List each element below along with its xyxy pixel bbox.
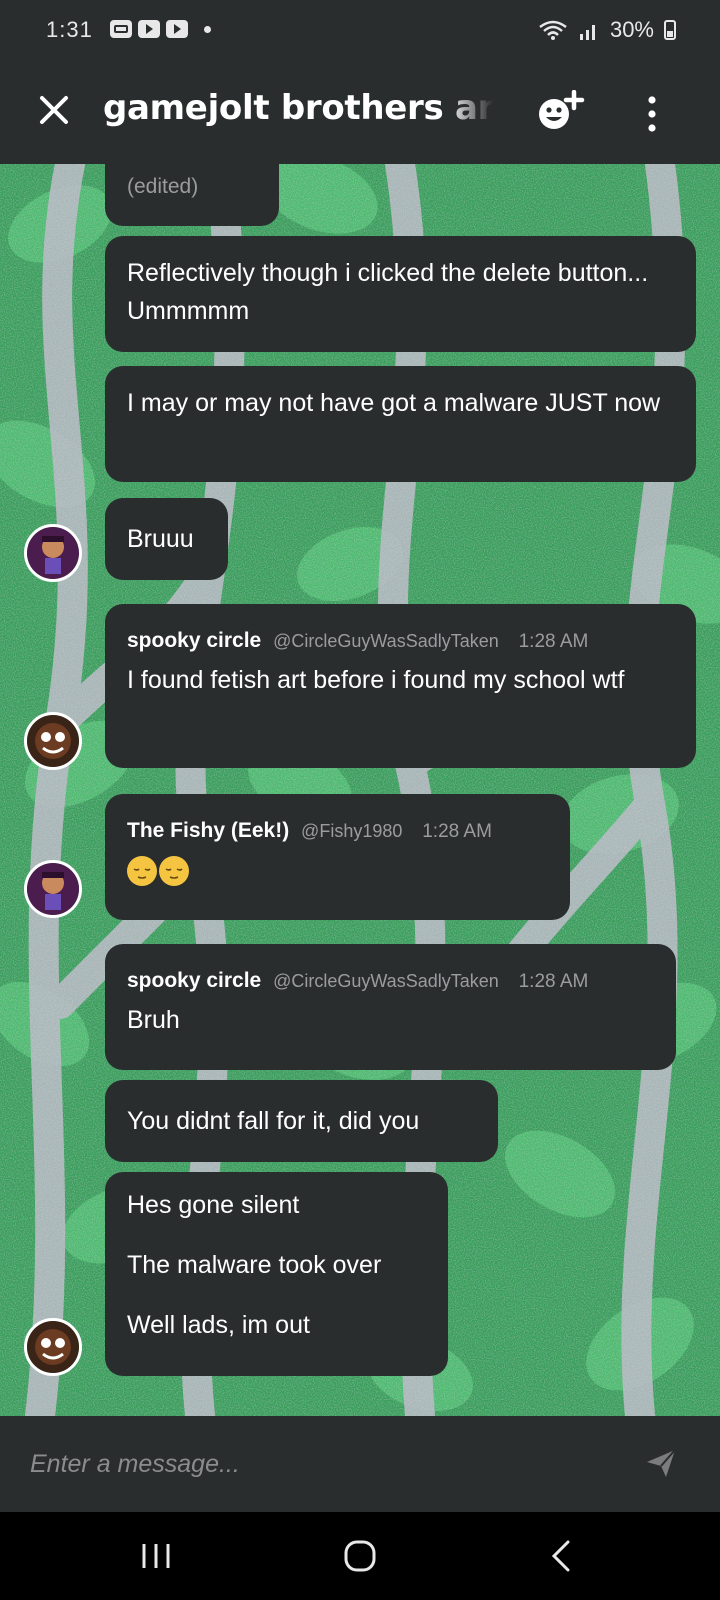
system-nav-bar	[0, 1512, 720, 1600]
close-icon[interactable]	[34, 90, 74, 130]
avatar[interactable]	[24, 1318, 82, 1376]
avatar[interactable]	[24, 860, 82, 918]
message-line: Hes gone silent	[127, 1191, 300, 1219]
author-handle: @Fishy1980	[301, 821, 403, 841]
message-meta: spooky circle @CircleGuyWasSadlyTaken 1:…	[127, 626, 674, 657]
chat-header: gamejolt brothers and sisters	[0, 64, 720, 164]
message-time: 1:28 AM	[518, 631, 589, 652]
author-handle: @CircleGuyWasSadlyTaken	[273, 971, 499, 991]
message-bubble[interactable]: spooky circle @CircleGuyWasSadlyTaken 1:…	[105, 604, 696, 768]
chat-messages[interactable]: (edited) Reflectively though i clicked t…	[0, 164, 720, 1416]
status-right: 30%	[538, 17, 676, 43]
back-icon[interactable]	[540, 1534, 584, 1578]
message-text: Bruuu	[127, 525, 194, 553]
gallery-icon	[110, 20, 132, 38]
author-name[interactable]: spooky circle	[127, 969, 261, 992]
message-text: Reflectively though i clicked the delete…	[127, 259, 649, 325]
avatar[interactable]	[24, 712, 82, 770]
battery-level: 30%	[609, 17, 654, 42]
message-input[interactable]	[28, 1438, 592, 1490]
battery-icon	[664, 20, 676, 40]
wifi-icon	[539, 20, 567, 40]
message-composer	[0, 1416, 720, 1512]
message-bubble[interactable]: Reflectively though i clicked the delete…	[105, 236, 696, 352]
message-meta: The Fishy (Eek!) @Fishy1980 1:28 AM	[127, 816, 548, 847]
message-emoji	[127, 851, 548, 889]
author-name[interactable]: spooky circle	[127, 629, 261, 652]
message-bubble[interactable]: I may or may not have got a malware JUST…	[105, 366, 696, 482]
edited-label: (edited)	[127, 175, 199, 198]
status-time: 1:31	[46, 17, 93, 42]
avatar-image	[27, 527, 79, 579]
avatar-image	[27, 715, 79, 767]
message-bubble[interactable]: You didnt fall for it, did you	[105, 1080, 498, 1162]
avatar-image	[27, 863, 79, 915]
message-text: I found fetish art before i found my sch…	[127, 666, 625, 694]
message-bubble[interactable]: The Fishy (Eek!) @Fishy1980 1:28 AM	[105, 794, 570, 920]
message-time: 1:28 AM	[518, 971, 589, 992]
message-text: I may or may not have got a malware JUST…	[127, 389, 661, 417]
message-text: Bruh	[127, 1006, 180, 1034]
author-name[interactable]: The Fishy (Eek!)	[127, 819, 289, 842]
avatar[interactable]	[24, 524, 82, 582]
home-icon[interactable]	[338, 1534, 382, 1578]
add-reaction-icon[interactable]	[536, 90, 588, 134]
avatar-image	[27, 1321, 79, 1373]
message-line: Well lads, im out	[127, 1311, 310, 1339]
youtube-icon	[166, 20, 188, 38]
relieved-face-emoji	[127, 856, 157, 887]
author-handle: @CircleGuyWasSadlyTaken	[273, 631, 499, 651]
message-bubble[interactable]: Bruuu	[105, 498, 228, 580]
more-vertical-icon[interactable]	[642, 94, 662, 134]
message-line: The malware took over	[127, 1251, 382, 1279]
message-meta: spooky circle @CircleGuyWasSadlyTaken 1:…	[127, 966, 654, 997]
chat-title: gamejolt brothers and sisters	[103, 88, 493, 128]
message-bubble[interactable]: Hes gone silent The malware took over We…	[105, 1172, 448, 1376]
dot-icon	[204, 25, 211, 33]
signal-icon	[579, 25, 595, 40]
youtube-icon	[138, 20, 160, 38]
message-time: 1:28 AM	[422, 821, 492, 842]
relieved-face-emoji	[159, 856, 189, 887]
send-icon[interactable]	[644, 1446, 678, 1480]
message-bubble[interactable]: spooky circle @CircleGuyWasSadlyTaken 1:…	[105, 944, 676, 1070]
status-bar: 1:31 30%	[0, 0, 720, 64]
notification-icons	[110, 20, 211, 38]
message-text: You didnt fall for it, did you	[127, 1107, 420, 1135]
recent-apps-icon[interactable]	[134, 1534, 178, 1578]
message-bubble[interactable]: (edited)	[105, 164, 279, 226]
